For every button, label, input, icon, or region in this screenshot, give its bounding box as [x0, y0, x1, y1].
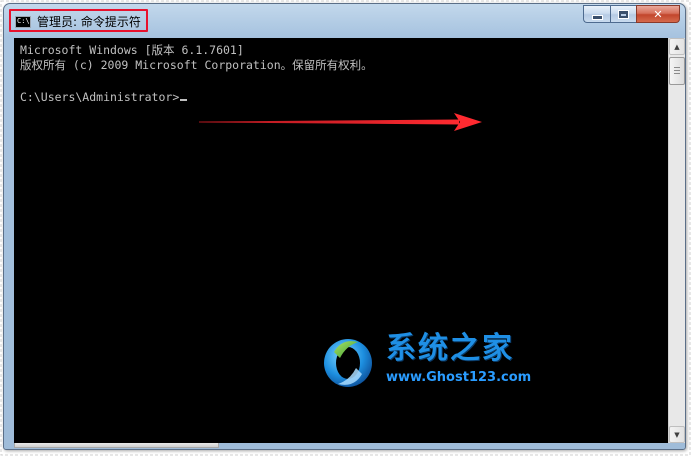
minimize-button[interactable]	[583, 5, 610, 23]
scroll-thumb[interactable]	[669, 57, 685, 85]
vertical-scrollbar[interactable]: ▲ ▼	[668, 38, 685, 443]
scroll-up-button[interactable]: ▲	[669, 38, 685, 55]
text-cursor	[180, 99, 188, 101]
scroll-down-icon: ▼	[674, 430, 680, 439]
window-title: 管理员: 命令提示符	[37, 15, 141, 29]
console-version-line: Microsoft Windows [版本 6.1.7601]	[20, 43, 244, 57]
console-prompt: C:\Users\Administrator>	[20, 90, 180, 104]
scroll-up-icon: ▲	[674, 42, 680, 51]
console-area[interactable]: Microsoft Windows [版本 6.1.7601] 版权所有 (c)…	[14, 38, 668, 443]
maximize-button[interactable]	[610, 5, 636, 23]
screenshot-page: C:\ 管理员: 命令提示符 ✕ Microsoft Windows [版本 6…	[0, 0, 691, 456]
close-icon: ✕	[653, 7, 663, 21]
watermark: 系统之家 www.Ghost123.com	[320, 332, 570, 392]
horizontal-scrollbar-edge[interactable]	[14, 443, 219, 448]
title-bar[interactable]: C:\ 管理员: 命令提示符 ✕	[4, 4, 685, 38]
console-prompt-line[interactable]: C:\Users\Administrator>	[20, 90, 188, 104]
close-button[interactable]: ✕	[636, 5, 680, 23]
console-copyright-line: 版权所有 (c) 2009 Microsoft Corporation。保留所有…	[20, 58, 373, 72]
cmd-icon[interactable]: C:\	[15, 16, 31, 28]
watermark-url: www.Ghost123.com	[386, 370, 532, 385]
caption-buttons: ✕	[583, 5, 680, 24]
cmd-icon-label: C:\	[17, 17, 30, 25]
minimize-icon	[591, 15, 603, 20]
maximize-icon	[618, 9, 629, 19]
watermark-title: 系统之家	[386, 331, 514, 366]
cmd-window: C:\ 管理员: 命令提示符 ✕ Microsoft Windows [版本 6…	[3, 3, 686, 450]
scroll-down-button[interactable]: ▼	[669, 426, 685, 443]
arrow-right-icon	[199, 113, 482, 131]
ghost123-logo-icon	[324, 339, 372, 387]
